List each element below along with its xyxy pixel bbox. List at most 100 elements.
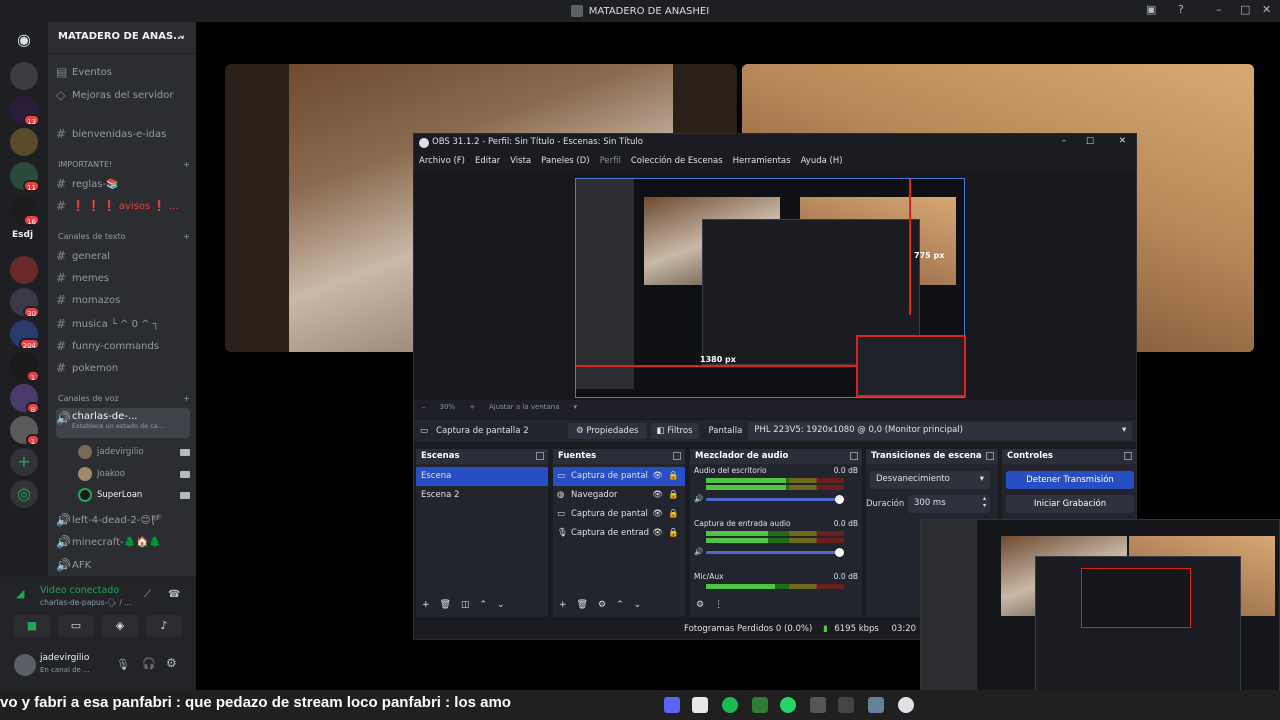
lock-icon[interactable]: 🔒: [668, 490, 679, 500]
app-icon[interactable]: [838, 697, 854, 713]
menu-ayuda[interactable]: Ayuda (H): [801, 156, 843, 168]
voice-user[interactable]: jadevirgilio: [78, 443, 190, 461]
slider-knob[interactable]: [835, 495, 844, 504]
undock-icon[interactable]: [986, 452, 994, 460]
obs-projector-window[interactable]: [920, 519, 1280, 699]
channel-status[interactable]: Establece un estado de ca...: [72, 422, 164, 430]
server-icon[interactable]: 8: [10, 384, 40, 414]
menu-herramientas[interactable]: Herramientas: [733, 156, 791, 168]
username[interactable]: jadevirgilio: [40, 653, 89, 663]
category-important[interactable]: IMPORTANTE! +: [58, 160, 190, 169]
server-icon[interactable]: 1: [10, 352, 40, 382]
server-icon[interactable]: 1: [10, 416, 40, 446]
add-icon[interactable]: +: [422, 600, 430, 612]
channel-events[interactable]: ▤ Eventos: [56, 62, 190, 82]
scene-item[interactable]: Escena 2: [416, 486, 548, 505]
volume-slider[interactable]: [706, 548, 844, 557]
add-channel-icon[interactable]: +: [183, 160, 190, 169]
noise-suppression-icon[interactable]: ⟋: [144, 589, 151, 600]
zoom-in-button[interactable]: +: [469, 403, 475, 415]
minimize-icon[interactable]: –: [1216, 3, 1222, 16]
menu-perfil[interactable]: Perfil: [600, 156, 621, 168]
maximize-icon[interactable]: □: [1240, 3, 1250, 16]
headphones-icon[interactable]: 🎧: [142, 657, 156, 670]
voice-status[interactable]: Video conectado: [40, 585, 119, 596]
minimize-icon[interactable]: –: [1062, 136, 1066, 146]
channel-memes[interactable]: # memes: [56, 268, 190, 288]
source-item[interactable]: 🎙 Captura de entrad 👁 🔒: [553, 524, 685, 543]
maximize-icon[interactable]: □: [1086, 136, 1094, 146]
menu-archivo[interactable]: Archivo (F): [419, 156, 465, 168]
obs-taskbar-icon[interactable]: [898, 697, 914, 713]
more-options-icon[interactable]: ⋮: [714, 600, 723, 612]
server-icon[interactable]: [10, 128, 38, 156]
microphone-icon[interactable]: 🎙: [116, 658, 130, 671]
start-recording-button[interactable]: Iniciar Grabación: [1006, 495, 1134, 513]
voice-user[interactable]: Joakoo: [78, 465, 190, 483]
server-icon[interactable]: [10, 256, 38, 284]
settings-gear-icon[interactable]: ⚙: [166, 656, 177, 670]
server-icon[interactable]: 11: [10, 162, 40, 192]
app-icon[interactable]: [810, 697, 826, 713]
menu-editar[interactable]: Editar: [475, 156, 500, 168]
activities-button[interactable]: ◈: [102, 615, 138, 637]
screen-share-button[interactable]: ▭: [58, 615, 94, 637]
channel-avisos[interactable]: # ❗ ❗ ❗ avisos ❗ ...: [56, 196, 190, 216]
voice-channel-name[interactable]: charlas-de-papus-🗣 / ...: [40, 598, 131, 607]
stepper-icon[interactable]: ▴ ▾: [983, 495, 986, 509]
scene-item[interactable]: Escena: [416, 467, 548, 486]
visibility-eye-icon[interactable]: 👁: [652, 528, 663, 538]
selected-source-box[interactable]: [856, 335, 966, 397]
menu-vista[interactable]: Vista: [510, 156, 531, 168]
camera-button[interactable]: ■: [14, 615, 50, 637]
filters-button[interactable]: ◧ Filtros: [650, 423, 699, 439]
filter-icon[interactable]: ◫: [461, 600, 470, 612]
lock-icon[interactable]: 🔒: [668, 509, 679, 519]
avatar[interactable]: [14, 654, 36, 676]
app-icon[interactable]: [868, 697, 884, 713]
server-icon[interactable]: 16: [10, 196, 40, 226]
slider-knob[interactable]: [835, 548, 844, 557]
source-item[interactable]: ▭ Captura de pantal 👁 🔒: [553, 505, 685, 524]
speaker-icon[interactable]: 🔊: [694, 547, 703, 556]
close-icon[interactable]: ✕: [1262, 3, 1271, 16]
fit-to-window[interactable]: Ajustar a la ventana: [489, 403, 560, 415]
discord-icon[interactable]: [664, 697, 680, 713]
undock-icon[interactable]: [850, 452, 858, 460]
calculator-icon[interactable]: [692, 697, 708, 713]
trash-icon[interactable]: 🗑: [577, 600, 588, 612]
server-icon[interactable]: [10, 62, 38, 90]
add-server-icon[interactable]: +: [10, 448, 38, 476]
stop-streaming-button[interactable]: Detener Transmisión: [1006, 471, 1134, 489]
minecraft-icon[interactable]: [752, 697, 768, 713]
close-icon[interactable]: ✕: [1119, 136, 1126, 146]
source-item[interactable]: ◍ Navegador 👁 🔒: [553, 486, 685, 505]
voice-channel-active[interactable]: 🔊 charlas-de-... Establece un estado de …: [56, 408, 190, 438]
undock-icon[interactable]: [673, 452, 681, 460]
whatsapp-icon[interactable]: [780, 697, 796, 713]
mixer-settings-icon[interactable]: ⚙: [696, 600, 704, 612]
lock-icon[interactable]: 🔒: [668, 528, 679, 538]
move-down-icon[interactable]: ⌄: [497, 600, 505, 612]
category-voice[interactable]: Canales de voz +: [58, 394, 190, 403]
chevron-down-icon[interactable]: ▾: [574, 403, 578, 415]
source-item[interactable]: ▭ Captura de pantal 👁 🔒: [553, 467, 685, 486]
properties-button[interactable]: ⚙ Propiedades: [568, 423, 647, 439]
volume-slider[interactable]: [706, 495, 844, 504]
inbox-icon[interactable]: ▣: [1146, 3, 1156, 16]
soundboard-button[interactable]: ♪: [146, 615, 182, 637]
transition-select[interactable]: Desvanecimiento ▾: [870, 471, 990, 489]
help-icon[interactable]: ?: [1178, 3, 1184, 16]
channel-momazos[interactable]: # momazos: [56, 290, 190, 310]
visibility-eye-icon[interactable]: 👁: [652, 471, 663, 481]
server-header[interactable]: MATADERO DE ANAS... ⌄: [48, 22, 196, 54]
lock-icon[interactable]: 🔒: [668, 471, 679, 481]
channel-general[interactable]: # general: [56, 246, 190, 266]
add-icon[interactable]: +: [559, 600, 567, 612]
voice-channel[interactable]: 🔊 left-4-dead-2-😊🏴: [56, 510, 190, 530]
channel-musica[interactable]: # musica └ ^ 0 ^ ┐: [56, 314, 190, 334]
category-text[interactable]: Canales de texto +: [58, 232, 190, 241]
discover-icon[interactable]: ◎: [10, 480, 38, 508]
channel-pokemon[interactable]: # pokemon: [56, 358, 190, 378]
channel-boosts[interactable]: ◇ Mejoras del servidor: [56, 85, 190, 105]
